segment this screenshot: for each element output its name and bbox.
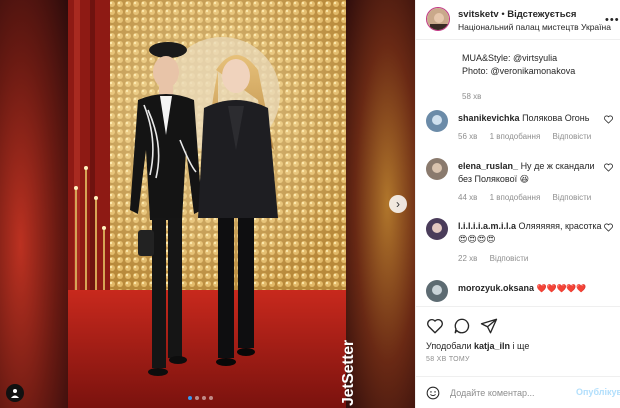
likes-summary: Уподобали katja_iln і ще	[426, 341, 529, 351]
carousel-next-button[interactable]: ›	[389, 195, 407, 213]
comment-text: morozyuk.oksana ❤️❤️❤️❤️❤️	[458, 283, 586, 293]
author-avatar[interactable]	[426, 7, 450, 31]
carousel-dot[interactable]	[202, 396, 206, 400]
comment-username[interactable]: morozyuk.oksana	[458, 283, 534, 293]
comment-meta: 22 хв Відповісти	[458, 254, 538, 263]
post-image[interactable]	[68, 0, 346, 408]
comment-avatar[interactable]	[426, 158, 448, 180]
user-tag-button[interactable]	[6, 384, 24, 402]
comment-likes[interactable]: 1 вподобання	[490, 193, 541, 202]
comment-username[interactable]: shanikevichka	[458, 113, 520, 123]
comment-time[interactable]: 22 хв	[458, 254, 477, 263]
likes-prefix: Уподобали	[426, 341, 472, 351]
comment-item: morozyuk.oksana ❤️❤️❤️❤️❤️	[426, 280, 616, 304]
comment-icon[interactable]	[453, 317, 471, 335]
comment-input[interactable]	[450, 385, 570, 401]
publish-button[interactable]: Опублікувати	[576, 387, 620, 397]
caption-line: MUA&Style: @virtsyulia	[462, 53, 558, 63]
comment-body: Ну де ж скандали	[520, 161, 595, 171]
comment-avatar[interactable]	[426, 280, 448, 302]
header-author-line: svitsketv • Відстежується	[458, 9, 576, 20]
follow-status-button[interactable]: Відстежується	[507, 9, 576, 20]
comment-username[interactable]: elena_ruslan_	[458, 161, 518, 171]
heart-icon[interactable]	[426, 317, 444, 335]
post-location[interactable]: Національний палац мистецтв Україна	[458, 22, 611, 32]
comment-heart-icon[interactable]	[604, 223, 613, 232]
comment-text: shanikevichka Полякова Огонь	[458, 113, 589, 123]
comment-body: Полякова Огонь	[522, 113, 590, 123]
likes-user[interactable]: katja_iln	[474, 341, 510, 351]
caption-timestamp: 58 хв	[462, 92, 482, 101]
reply-button[interactable]: Відповісти	[553, 193, 592, 202]
carousel-dot[interactable]	[188, 396, 192, 400]
post-side-panel: svitsketv • Відстежується Національний п…	[415, 0, 620, 408]
post-time-ago[interactable]: 58 ХВ ТОМУ	[426, 356, 470, 363]
emoji-icon[interactable]	[426, 386, 440, 400]
watermark-text: JetSetter	[340, 340, 357, 406]
comment-text: l.i.l.i.i.a.m.i.l.a Оляяяяяя, красотка	[458, 221, 602, 231]
user-tag-icon	[11, 389, 19, 398]
comment-time[interactable]: 56 хв	[458, 132, 477, 141]
reply-button[interactable]: Відповісти	[490, 254, 529, 263]
comment-heart-icon[interactable]	[604, 163, 613, 172]
comment-meta: 44 хв 1 вподобання Відповісти	[458, 193, 601, 202]
next-icon: ›	[396, 197, 400, 211]
carousel-dots	[188, 396, 213, 400]
comment-avatar[interactable]	[426, 110, 448, 132]
comment-body-line2: 😍😍😍😍	[458, 234, 496, 244]
add-comment-bar: Опублікувати	[416, 376, 620, 408]
comment-item: l.i.l.i.i.a.m.i.l.a Оляяяяяя, красотка 😍…	[426, 218, 616, 266]
comment-likes[interactable]: 1 вподобання	[490, 132, 541, 141]
post-caption: MUA&Style: @virtsyulia Photo: @veronikam…	[462, 52, 575, 103]
backdrop-blur-left	[0, 0, 68, 408]
carousel-dot[interactable]	[195, 396, 199, 400]
comment-heart-icon[interactable]	[604, 115, 613, 124]
comment-text: elena_ruslan_ Ну де ж скандали	[458, 161, 595, 171]
header-separator: •	[501, 9, 505, 20]
jetsetter-watermark: JetSetter	[322, 318, 357, 406]
more-icon[interactable]: •••	[605, 14, 620, 26]
comment-body: ❤️❤️❤️❤️❤️	[536, 284, 587, 293]
comment-item: shanikevichka Полякова Огонь 56 хв 1 впо…	[426, 110, 616, 150]
likes-suffix[interactable]: і ще	[513, 341, 530, 351]
comment-time[interactable]: 44 хв	[458, 193, 477, 202]
caption-line: Photo: @veronikamonakova	[462, 66, 576, 76]
carousel-dot[interactable]	[209, 396, 213, 400]
reply-button[interactable]: Відповісти	[553, 132, 592, 141]
comment-avatar[interactable]	[426, 218, 448, 240]
author-username[interactable]: svitsketv	[458, 9, 499, 20]
post-header: svitsketv • Відстежується Національний п…	[416, 0, 620, 40]
comment-meta: 56 хв 1 вподобання Відповісти	[458, 132, 601, 141]
comment-body-line2: без Полякової 😆	[458, 174, 530, 184]
comment-item: elena_ruslan_ Ну де ж скандали без Поляк…	[426, 158, 616, 206]
post-actions: Уподобали katja_iln і ще 58 ХВ ТОМУ	[416, 306, 620, 376]
share-icon[interactable]	[480, 317, 498, 335]
post-photo	[68, 0, 346, 408]
comment-body: Оляяяяяя, красотка	[518, 221, 602, 231]
comment-username[interactable]: l.i.l.i.i.a.m.i.l.a	[458, 221, 516, 231]
